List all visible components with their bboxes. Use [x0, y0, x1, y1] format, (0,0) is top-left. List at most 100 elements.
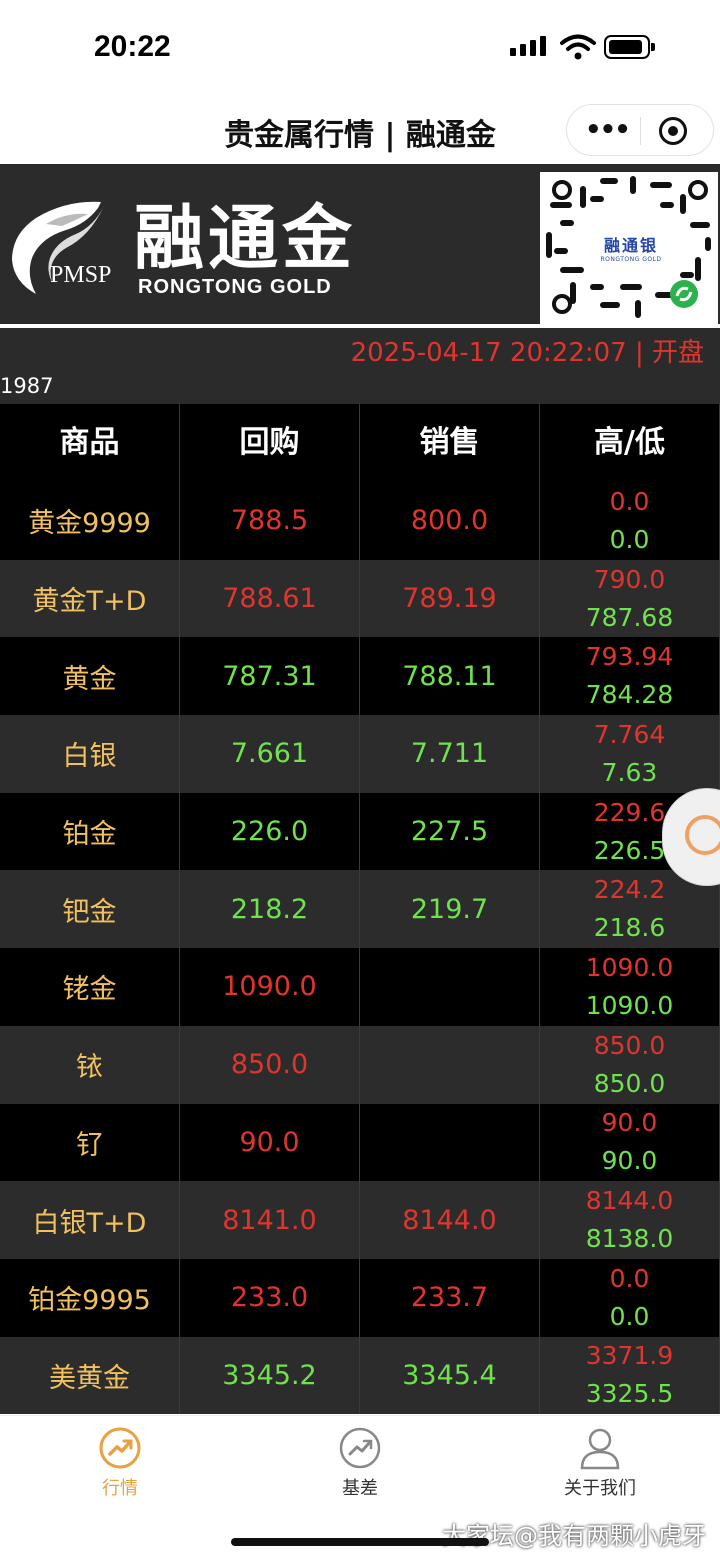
- high-low-cell: 793.94 784.28: [540, 637, 720, 716]
- nav-bar: 贵金属行情 | 融通金 •••: [0, 96, 720, 164]
- brand-name-en: RONGTONG GOLD: [138, 276, 332, 298]
- high-price: 229.6: [593, 797, 666, 827]
- sell-price: 227.5: [360, 792, 540, 871]
- high-low-cell: 3371.9 3325.5: [540, 1336, 720, 1415]
- brand-name-cn: 融通金: [134, 197, 356, 279]
- product-name: 美黄金: [0, 1336, 180, 1415]
- sell-price: [360, 1025, 540, 1104]
- high-low-cell: 90.0 90.0: [540, 1103, 720, 1182]
- low-price: 850.0: [593, 1068, 666, 1098]
- high-price: 8144.0: [585, 1186, 674, 1216]
- info-bar: 2025-04-17 20:22:07 | 开盘 1987: [0, 328, 720, 404]
- qr-label-en: RONGTONG GOLD: [600, 256, 662, 263]
- header-product: 商品: [0, 404, 180, 482]
- home-indicator[interactable]: [231, 1538, 489, 1546]
- buyback-price: 3345.2: [180, 1336, 360, 1415]
- high-low-cell: 850.0 850.0: [540, 1025, 720, 1104]
- tab-basis-label: 基差: [342, 1478, 378, 1499]
- high-price: 0.0: [609, 486, 650, 516]
- brand-abbr: PMSP: [50, 262, 112, 288]
- table-row: 铑金 1090.0 1090.0 1090.0: [0, 948, 720, 1026]
- table-row: 钌 90.0 90.0 90.0: [0, 1103, 720, 1182]
- table-row: 黄金9999 788.5 800.0 0.0 0.0: [0, 482, 720, 560]
- qr-center-label: 融通银 RONGTONG GOLD: [594, 232, 668, 263]
- low-price: 0.0: [609, 524, 650, 554]
- product-name: 铑金: [0, 948, 180, 1026]
- buyback-price: 850.0: [180, 1025, 360, 1104]
- more-icon[interactable]: •••: [585, 115, 631, 145]
- close-miniprogram-icon[interactable]: [659, 117, 687, 145]
- trend-icon: [99, 1427, 141, 1469]
- header-sell: 销售: [360, 404, 540, 482]
- sell-price: 233.7: [360, 1258, 540, 1337]
- battery-icon: [604, 35, 655, 59]
- sell-price: 800.0: [360, 482, 540, 560]
- high-low-cell: 7.764 7.63: [540, 715, 720, 793]
- table-row: 白银T+D 8141.0 8144.0 8144.0 8138.0: [0, 1181, 720, 1259]
- buyback-price: 218.2: [180, 870, 360, 949]
- buyback-price: 8141.0: [180, 1181, 360, 1259]
- tab-market-label: 行情: [102, 1478, 138, 1499]
- table-row: 黄金T+D 788.61 789.19 790.0 787.68: [0, 559, 720, 638]
- sell-price: [360, 1103, 540, 1182]
- sell-price: 789.19: [360, 559, 540, 638]
- headset-icon: [685, 815, 720, 855]
- buyback-price: 787.31: [180, 637, 360, 716]
- low-price: 218.6: [593, 913, 666, 943]
- qr-code[interactable]: 融通银 RONGTONG GOLD: [540, 172, 718, 324]
- table-row: 钯金 218.2 219.7 224.2 218.6: [0, 870, 720, 949]
- product-name: 黄金9999: [0, 482, 180, 560]
- buyback-price: 90.0: [180, 1103, 360, 1182]
- low-price: 784.28: [585, 680, 674, 710]
- product-name: 白银: [0, 715, 180, 793]
- product-name: 铱: [0, 1025, 180, 1104]
- sell-price: [360, 948, 540, 1026]
- person-icon: [580, 1428, 620, 1470]
- product-name: 钌: [0, 1103, 180, 1182]
- product-name: 白银T+D: [0, 1181, 180, 1259]
- high-low-cell: 790.0 787.68: [540, 559, 720, 638]
- high-low-cell: 0.0 0.0: [540, 1258, 720, 1337]
- price-table: 商品 回购 销售 高/低 黄金9999 788.5 800.0 0.0 0.0 黄金T+D…: [0, 404, 720, 1415]
- low-price: 1090.0: [585, 990, 674, 1020]
- sell-price: 3345.4: [360, 1336, 540, 1415]
- high-price: 90.0: [601, 1108, 658, 1138]
- tab-about-label: 关于我们: [564, 1478, 636, 1499]
- header-high-low: 高/低: [540, 404, 720, 482]
- trend-icon: [339, 1427, 381, 1469]
- buyback-price: 7.661: [180, 715, 360, 793]
- high-price: 850.0: [593, 1030, 666, 1060]
- miniprogram-capsule: •••: [566, 104, 714, 156]
- low-price: 8138.0: [585, 1224, 674, 1254]
- high-price: 0.0: [609, 1263, 650, 1293]
- sell-price: 7.711: [360, 715, 540, 793]
- buyback-price: 233.0: [180, 1258, 360, 1337]
- buyback-price: 226.0: [180, 792, 360, 871]
- product-name: 铂金: [0, 792, 180, 871]
- high-price: 793.94: [585, 642, 674, 672]
- tab-about[interactable]: 关于我们: [480, 1426, 720, 1500]
- signal-icon: [510, 36, 546, 56]
- wifi-icon: [560, 34, 596, 60]
- table-row: 铂金9995 233.0 233.7 0.0 0.0: [0, 1258, 720, 1337]
- product-name: 铂金9995: [0, 1258, 180, 1337]
- buyback-price: 788.61: [180, 559, 360, 638]
- qr-label-cn: 融通银: [603, 236, 658, 255]
- table-row: 美黄金 3345.2 3345.4 3371.9 3325.5: [0, 1336, 720, 1415]
- high-price: 1090.0: [585, 952, 674, 982]
- header-buyback: 回购: [180, 404, 360, 482]
- tab-market[interactable]: 行情: [0, 1426, 240, 1500]
- table-header: 商品 回购 销售 高/低: [0, 404, 720, 482]
- scrolling-notice: 1987: [0, 374, 54, 398]
- sell-price: 8144.0: [360, 1181, 540, 1259]
- status-time: 20:22: [94, 30, 171, 63]
- product-name: 黄金T+D: [0, 559, 180, 638]
- high-price: 224.2: [593, 875, 666, 905]
- status-bar: 20:22: [0, 0, 720, 96]
- high-low-cell: 8144.0 8138.0: [540, 1181, 720, 1259]
- product-name: 钯金: [0, 870, 180, 949]
- buyback-price: 788.5: [180, 482, 360, 560]
- tab-basis[interactable]: 基差: [240, 1426, 480, 1500]
- sell-price: 788.11: [360, 637, 540, 716]
- table-row: 白银 7.661 7.711 7.764 7.63: [0, 715, 720, 793]
